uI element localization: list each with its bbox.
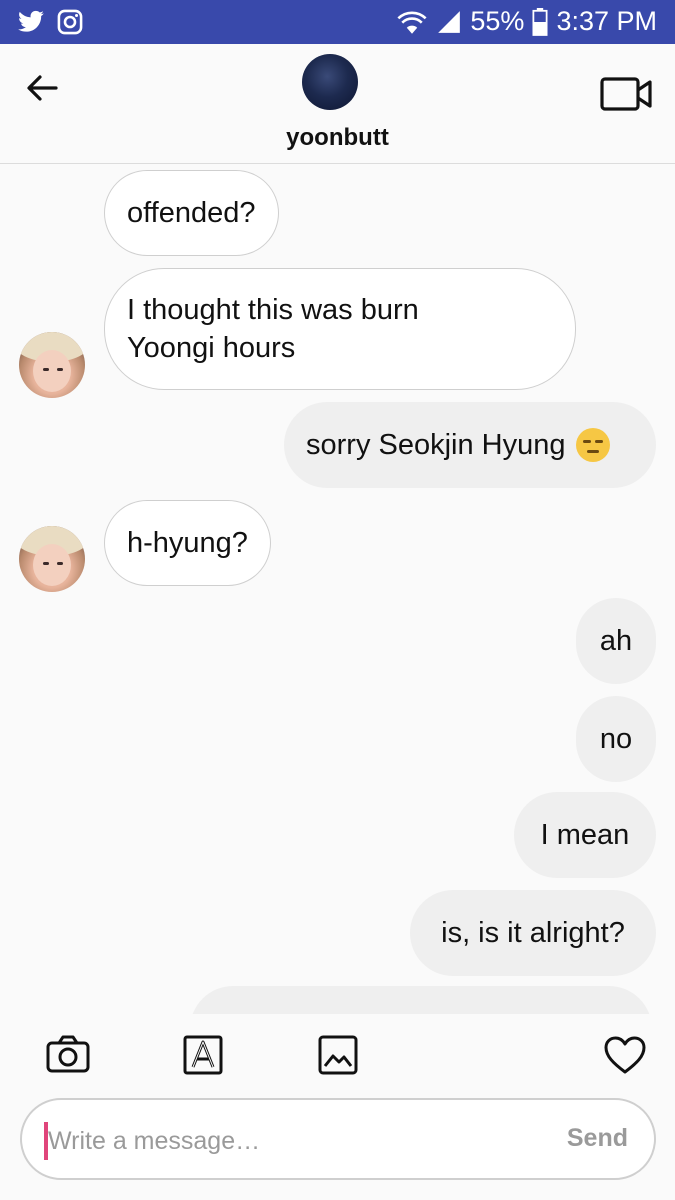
conversation-header: yoonbutt bbox=[0, 44, 675, 164]
message-input[interactable] bbox=[48, 1120, 528, 1162]
pensive-face-emoji-icon bbox=[575, 428, 610, 462]
message-bubble-outgoing[interactable]: no bbox=[576, 696, 656, 782]
text-format-button[interactable] bbox=[180, 1032, 226, 1078]
conversation-username[interactable]: yoonbutt bbox=[0, 124, 675, 152]
status-left-icons bbox=[16, 8, 84, 36]
message-text: ah bbox=[599, 625, 633, 657]
composer-toolbar bbox=[0, 1014, 675, 1098]
battery-icon bbox=[532, 7, 548, 36]
message-bubble-outgoing[interactable]: ah bbox=[576, 598, 656, 684]
message-bubble-outgoing[interactable]: I mean bbox=[514, 792, 656, 878]
send-button[interactable]: Send bbox=[567, 1124, 628, 1153]
message-text: sorry Seokjin Hyung bbox=[306, 429, 566, 461]
message-text: offended? bbox=[127, 197, 256, 229]
message-composer: Send bbox=[20, 1098, 656, 1180]
header-avatar[interactable] bbox=[302, 54, 358, 110]
wifi-icon bbox=[397, 11, 427, 34]
twitter-icon bbox=[18, 10, 44, 32]
message-text: h-hyung? bbox=[127, 527, 248, 559]
gallery-button[interactable] bbox=[315, 1032, 361, 1078]
message-bubble-outgoing-partial[interactable] bbox=[190, 986, 652, 1014]
video-call-button[interactable] bbox=[600, 74, 654, 114]
sender-avatar[interactable] bbox=[19, 526, 85, 592]
camera-button[interactable] bbox=[45, 1032, 91, 1078]
like-button[interactable] bbox=[602, 1032, 648, 1078]
signal-icon bbox=[438, 10, 461, 33]
text-format-icon bbox=[183, 1035, 223, 1075]
instagram-icon bbox=[57, 9, 83, 35]
status-time: 3:37 PM bbox=[556, 6, 657, 36]
message-bubble-outgoing[interactable]: sorry Seokjin Hyung bbox=[284, 402, 656, 488]
message-bubble-incoming[interactable]: I thought this was burn Yoongi hours bbox=[104, 268, 576, 390]
message-bubble-incoming[interactable]: h-hyung? bbox=[104, 500, 271, 586]
message-text-line: Yoongi hours bbox=[127, 332, 296, 364]
battery-percent: 55% bbox=[470, 6, 525, 36]
video-camera-icon bbox=[600, 77, 652, 111]
message-text-line: I thought this was burn bbox=[127, 294, 419, 326]
gallery-icon bbox=[318, 1035, 358, 1075]
message-text: I mean bbox=[540, 819, 630, 851]
status-bar: 55% 3:37 PM bbox=[0, 0, 675, 44]
message-list[interactable]: offended? I thought this was burn Yoongi… bbox=[0, 164, 675, 1014]
camera-icon bbox=[46, 1035, 90, 1073]
back-button[interactable] bbox=[22, 68, 62, 108]
message-bubble-outgoing[interactable]: is, is it alright? bbox=[410, 890, 656, 976]
status-right: 55% 3:37 PM bbox=[396, 6, 657, 37]
message-text: is, is it alright? bbox=[441, 917, 625, 949]
sender-avatar[interactable] bbox=[19, 332, 85, 398]
arrow-left-icon bbox=[27, 75, 58, 101]
message-bubble-incoming[interactable]: offended? bbox=[104, 170, 279, 256]
message-text: no bbox=[599, 723, 633, 755]
heart-icon bbox=[604, 1036, 646, 1074]
